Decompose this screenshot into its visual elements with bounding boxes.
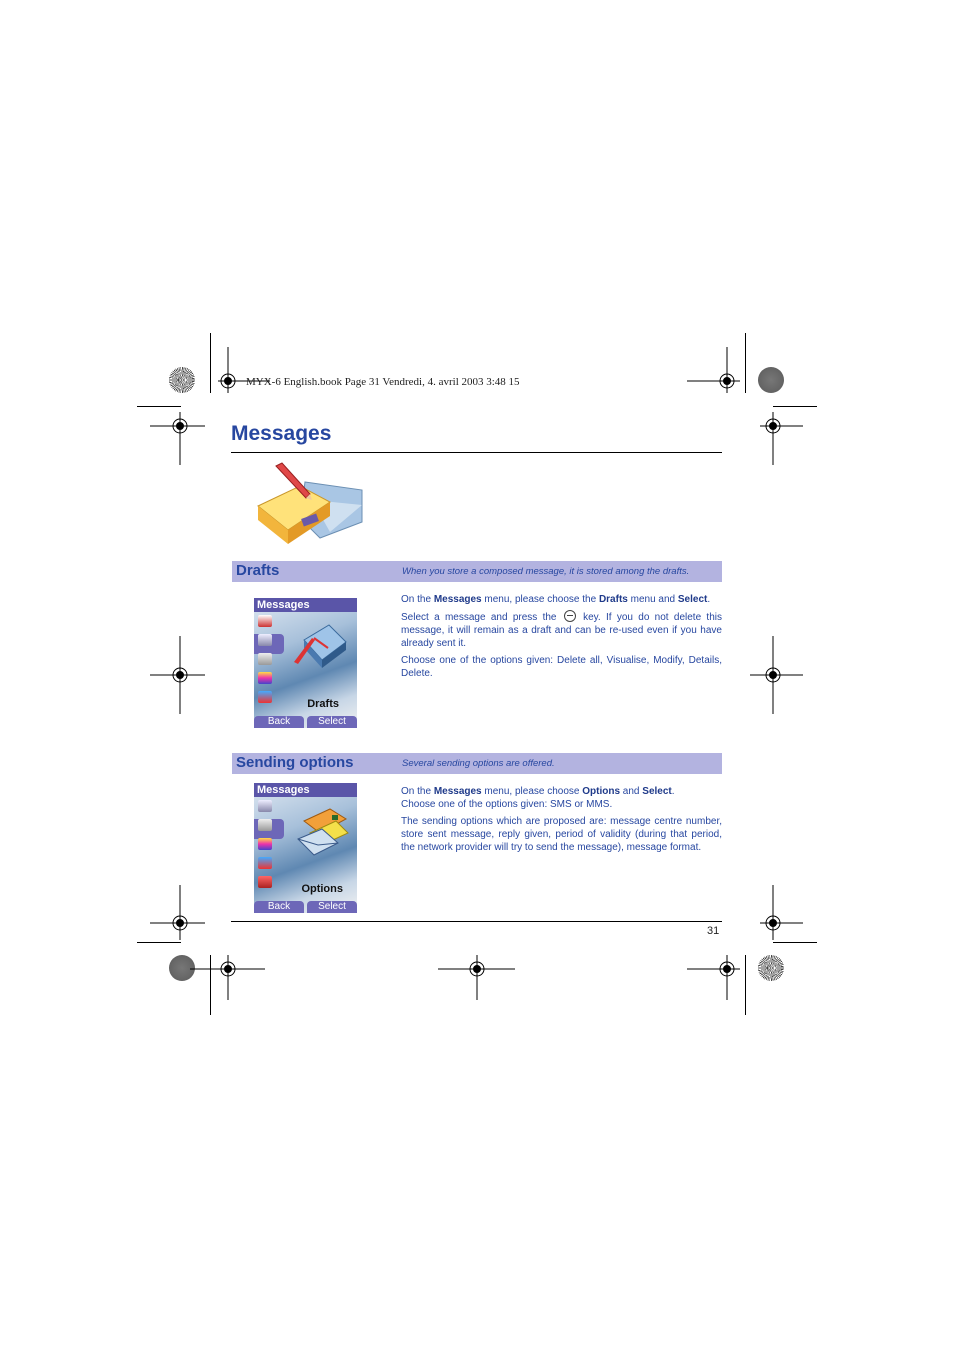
options-icon [258,653,272,665]
drafts-body: On the Messages menu, please choose the … [401,593,722,684]
crosshair-icon [190,955,265,1000]
soft-key-select[interactable]: Select [307,716,357,728]
sending-options-body: On the Messages menu, please choose Opti… [401,785,722,858]
phone-screen-options: Messages Options Back Select [254,783,357,913]
paragraph: On the Messages menu, please choose the … [401,594,711,605]
crosshair-icon [150,412,205,465]
phone-menu-icons [256,615,282,710]
options-icon [258,819,272,831]
drafts-book-icon [294,624,347,668]
soft-key-back[interactable]: Back [254,901,304,913]
drafts-notepad-pencil-icon [257,462,363,544]
templates-icon [258,857,272,869]
section-header-drafts: Drafts When you store a composed message… [232,561,722,582]
page-title: Messages [231,422,332,445]
templates-icon [258,691,272,703]
phone-menu-label: Options [301,883,343,895]
sms-mms-cards-icon [297,808,349,856]
paragraph: Choose one of the options given: Delete … [401,655,722,679]
crosshair-icon [150,636,205,714]
ok-key-icon [563,610,576,622]
section-title: Sending options [236,754,354,771]
phone-screen-drafts: Messages Drafts Back Select [254,598,357,728]
drafts-icon [258,800,272,812]
phone-menu-label: Drafts [307,698,339,710]
compose-icon [258,876,272,888]
soft-key-back[interactable]: Back [254,716,304,728]
crosshair-icon [760,885,803,940]
crosshair-icon [438,955,515,1000]
crosshair-icon [150,885,205,940]
crosshair-icon [750,636,803,714]
section-header-sending-options: Sending options Several sending options … [232,753,722,774]
paragraph: On the Messages menu, please choose Opti… [401,786,675,810]
memory-icon [258,672,272,684]
memory-icon [258,838,272,850]
section-description: Several sending options are offered. [402,758,555,769]
paragraph: Select a message and press the key. If y… [401,610,722,649]
crosshair-icon [687,955,740,1000]
print-slug: MYX-6 English.book Page 31 Vendredi, 4. … [246,376,520,388]
section-description: When you store a composed message, it is… [402,566,690,577]
paragraph: The sending options which are proposed a… [401,816,722,853]
phone-menu-icons [256,800,282,895]
phone-screen-header: Messages [254,783,357,797]
phone-screen-header: Messages [254,598,357,612]
soft-key-select[interactable]: Select [307,901,357,913]
title-divider [231,452,722,453]
page-number: 31 [707,925,720,937]
envelope-icon [258,615,272,627]
crosshair-icon [760,412,803,465]
crosshair-icon [687,347,740,393]
footer-divider [231,921,722,922]
drafts-icon [258,634,272,646]
section-title: Drafts [236,562,280,579]
